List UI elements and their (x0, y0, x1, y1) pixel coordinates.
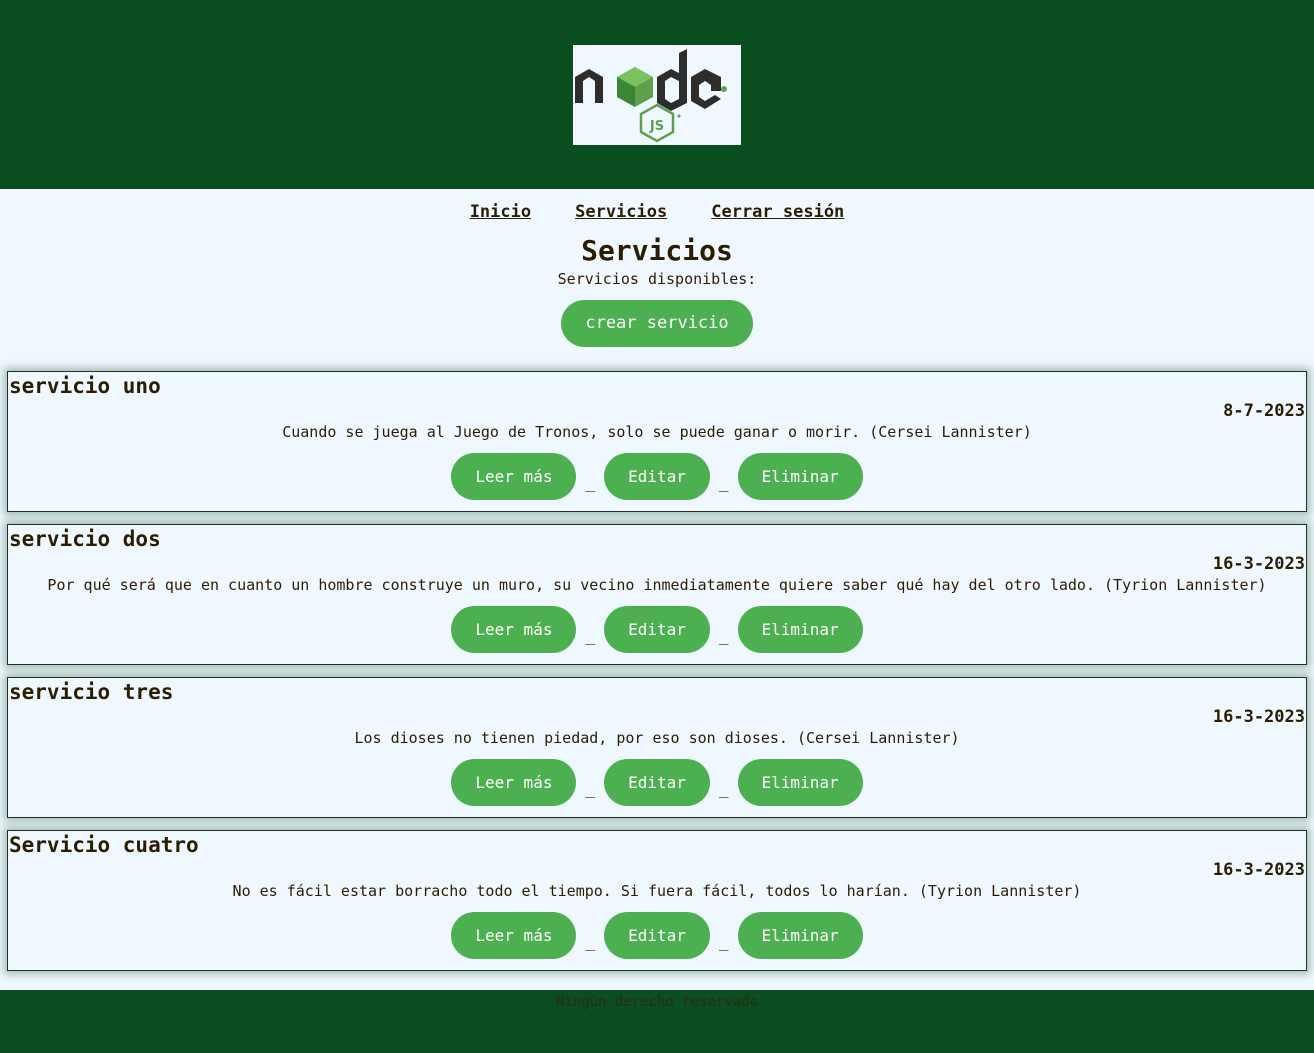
service-date: 8-7-2023 (1223, 401, 1305, 421)
service-description: Los dioses no tienen piedad, por eso son… (354, 729, 960, 747)
page-subtitle: Servicios disponibles: (557, 270, 757, 288)
service-title: Servicio cuatro (9, 833, 199, 857)
header: JS (0, 0, 1314, 189)
separator: _ (585, 626, 596, 645)
service-list: servicio uno 8-7-2023 Cuando se juega al… (0, 371, 1314, 971)
page-title: Servicios (581, 234, 733, 267)
separator: _ (585, 473, 596, 492)
separator: _ (718, 626, 729, 645)
service-card: servicio dos 16-3-2023 Por qué será que … (7, 524, 1307, 665)
separator: _ (718, 779, 729, 798)
service-card: Servicio cuatro 16-3-2023 No es fácil es… (7, 830, 1307, 971)
nav-link-servicios[interactable]: Servicios (575, 202, 667, 222)
edit-button[interactable]: Editar (604, 912, 710, 959)
service-actions: Leer más _ Editar _ Eliminar (8, 759, 1306, 806)
service-title: servicio uno (9, 374, 161, 398)
separator: _ (718, 473, 729, 492)
nodejs-logo: JS (573, 44, 741, 145)
delete-button[interactable]: Eliminar (737, 453, 863, 500)
service-description: No es fácil estar borracho todo el tiemp… (232, 882, 1082, 900)
separator: _ (585, 932, 596, 951)
service-date: 16-3-2023 (1212, 554, 1305, 574)
separator: _ (585, 779, 596, 798)
delete-button[interactable]: Eliminar (737, 759, 863, 806)
read-more-button[interactable]: Leer más (451, 912, 577, 959)
delete-button[interactable]: Eliminar (737, 606, 863, 653)
service-card: servicio uno 8-7-2023 Cuando se juega al… (7, 371, 1307, 512)
service-description: Cuando se juega al Juego de Tronos, solo… (282, 423, 1032, 441)
service-description: Por qué será que en cuanto un hombre con… (47, 576, 1267, 594)
edit-button[interactable]: Editar (604, 453, 710, 500)
service-title: servicio dos (9, 527, 161, 551)
service-actions: Leer más _ Editar _ Eliminar (8, 912, 1306, 959)
service-title: servicio tres (9, 680, 174, 704)
separator: _ (718, 932, 729, 951)
nav-link-cerrar-sesion[interactable]: Cerrar sesión (711, 202, 844, 222)
service-actions: Leer más _ Editar _ Eliminar (8, 453, 1306, 500)
footer-text: Ningún derecho reservado (555, 994, 759, 1010)
read-more-button[interactable]: Leer más (451, 453, 577, 500)
svg-text:JS: JS (649, 119, 664, 134)
footer: Ningún derecho reservado (0, 990, 1314, 1053)
read-more-button[interactable]: Leer más (451, 606, 577, 653)
service-date: 16-3-2023 (1212, 707, 1305, 727)
nav-link-inicio[interactable]: Inicio (470, 202, 531, 222)
service-card: servicio tres 16-3-2023 Los dioses no ti… (7, 677, 1307, 818)
main-nav: Inicio Servicios Cerrar sesión (0, 189, 1314, 222)
service-date: 16-3-2023 (1212, 860, 1305, 880)
edit-button[interactable]: Editar (604, 606, 710, 653)
service-actions: Leer más _ Editar _ Eliminar (8, 606, 1306, 653)
edit-button[interactable]: Editar (604, 759, 710, 806)
create-service-button[interactable]: crear servicio (561, 300, 753, 347)
read-more-button[interactable]: Leer más (451, 759, 577, 806)
delete-button[interactable]: Eliminar (737, 912, 863, 959)
